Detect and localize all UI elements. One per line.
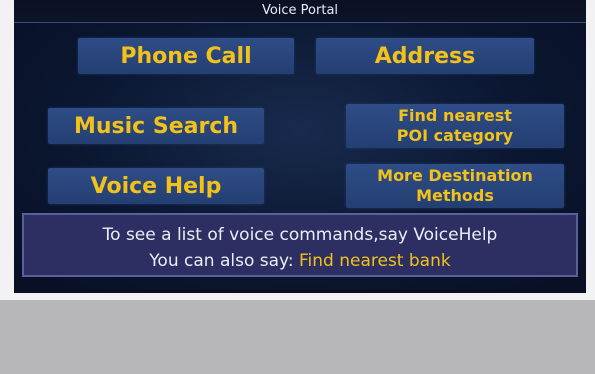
phone-call-button[interactable]: Phone Call — [78, 38, 294, 74]
address-button[interactable]: Address — [316, 38, 534, 74]
navigation-screen: Voice Portal Phone Call Address Music Se… — [14, 0, 586, 293]
header-bar: Voice Portal — [14, 0, 586, 23]
info-line-commands: To see a list of voice commands,say Voic… — [102, 225, 498, 245]
find-nearest-poi-button[interactable]: Find nearest POI category — [346, 104, 564, 148]
device-bezel: Voice Portal Phone Call Address Music Se… — [0, 0, 595, 300]
more-destination-methods-button[interactable]: More Destination Methods — [346, 164, 564, 208]
voice-help-info-panel: To see a list of voice commands,say Voic… — [22, 213, 578, 277]
example-command-highlight: Find nearest bank — [298, 251, 451, 271]
music-search-button[interactable]: Music Search — [48, 108, 264, 144]
voice-help-button[interactable]: Voice Help — [48, 168, 264, 204]
info-line-example-prefix: You can also say: — [149, 251, 299, 271]
page-title: Voice Portal — [261, 3, 339, 18]
info-line-example: You can also say: Find nearest bank — [24, 251, 576, 271]
